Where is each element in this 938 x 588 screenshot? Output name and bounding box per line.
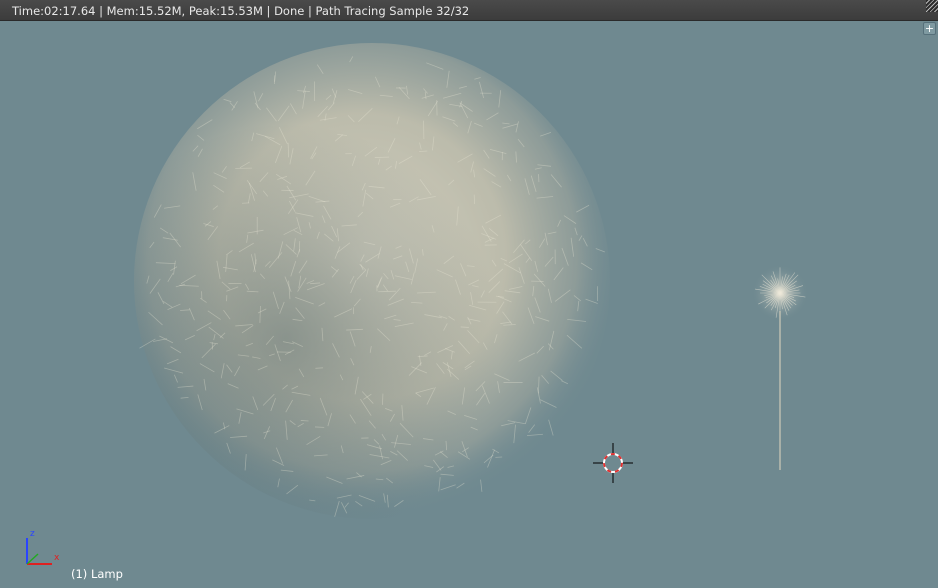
y-axis-line [26, 553, 39, 565]
axis-gizmo: z x [26, 529, 60, 565]
area-split-grip[interactable] [926, 0, 938, 12]
rendered-scene [134, 43, 808, 519]
active-object-label: (1) Lamp [71, 567, 123, 581]
3d-cursor-icon[interactable] [593, 443, 633, 483]
render-info-header: Time:02:17.64 | Mem:15.52M, Peak:15.53M … [0, 0, 938, 21]
x-axis-label: x [54, 553, 60, 563]
dandelion-seed-head [134, 43, 610, 519]
properties-toggle-button[interactable]: + [923, 22, 936, 35]
small-dandelion [752, 265, 808, 470]
render-status-text: Time:02:17.64 | Mem:15.52M, Peak:15.53M … [12, 4, 470, 18]
z-axis-label: z [30, 529, 35, 539]
